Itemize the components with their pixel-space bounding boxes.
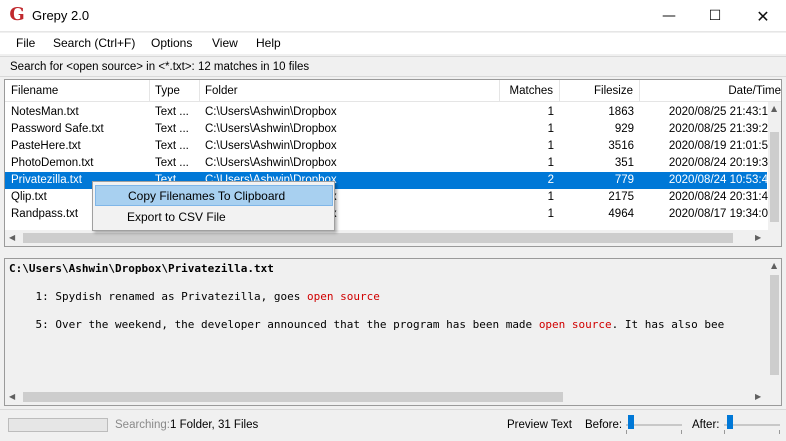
preview-vertical-scrollbar[interactable]: ▲ <box>768 259 781 389</box>
before-slider-ticks <box>626 430 682 434</box>
status-bar: Searching: 1 Folder, 31 Files Preview Te… <box>0 409 786 441</box>
menu-bar: File Search (Ctrl+F) Options View Help <box>0 33 786 54</box>
before-label: Before: <box>585 419 623 431</box>
cell-matches: 1 <box>547 208 554 220</box>
cell-filename: PasteHere.txt <box>11 140 81 152</box>
cell-type: Text ... <box>155 140 189 152</box>
cell-matches: 1 <box>547 157 554 169</box>
maximize-button[interactable]: ☐ <box>692 0 738 32</box>
preview-line-text: 5: Over the weekend, the developer annou… <box>9 318 539 331</box>
after-label: After: <box>692 419 720 431</box>
cell-datetime: 2020/08/25 21:39:2 <box>668 123 768 135</box>
preview-text-label: Preview Text <box>507 419 572 431</box>
before-slider-thumb[interactable] <box>628 415 634 429</box>
cell-type: Text ... <box>155 123 189 135</box>
table-row[interactable]: PhotoDemon.txt Text ... C:\Users\Ashwin\Dr… <box>5 155 768 172</box>
searching-label: Searching: <box>115 419 170 431</box>
cell-filesize: 4964 <box>608 208 634 220</box>
cell-filename: PhotoDemon.txt <box>11 157 94 169</box>
cell-datetime: 2020/08/24 20:19:3 <box>668 157 768 169</box>
cell-filesize: 3516 <box>608 140 634 152</box>
column-datetime[interactable]: Date/Time <box>640 80 781 102</box>
scroll-thumb[interactable] <box>770 275 779 375</box>
cell-filesize: 779 <box>614 174 634 186</box>
menu-view[interactable]: View <box>212 36 238 50</box>
column-filesize[interactable]: Filesize <box>560 80 640 102</box>
preview-match-highlight: open source <box>307 290 380 303</box>
preview-line: 1: Spydish renamed as Privatezilla, goes… <box>9 290 380 303</box>
cell-datetime: 2020/08/25 21:43:1 <box>668 106 768 118</box>
after-slider-thumb[interactable] <box>727 415 733 429</box>
cell-matches: 1 <box>547 106 554 118</box>
cell-datetime: 2020/08/24 20:31:4 <box>668 191 768 203</box>
menu-file[interactable]: File <box>16 36 35 50</box>
preview-line-text: 1: Spydish renamed as Privatezilla, goes <box>9 290 308 303</box>
cell-matches: 1 <box>547 123 554 135</box>
preview-pane: C:\Users\Ashwin\Dropbox\Privatezilla.txt… <box>4 258 782 406</box>
preview-file-path: C:\Users\Ashwin\Dropbox\Privatezilla.txt <box>9 262 274 275</box>
title-bar: G Grepy 2.0 — ☐ ✕ <box>0 0 786 32</box>
column-type[interactable]: Type <box>150 80 200 102</box>
cell-folder: C:\Users\Ashwin\Dropbox <box>205 157 337 169</box>
results-vertical-scrollbar[interactable]: ▲ <box>768 102 781 246</box>
context-menu: Copy Filenames To Clipboard Export to CS… <box>92 181 335 231</box>
scroll-up-icon[interactable]: ▲ <box>771 104 777 113</box>
cell-filesize: 1863 <box>608 106 634 118</box>
column-filename[interactable]: Filename <box>5 80 150 102</box>
window-title: Grepy 2.0 <box>32 8 90 23</box>
menu-search[interactable]: Search (Ctrl+F) <box>53 36 135 50</box>
search-summary: Search for <open source> in <*.txt>: 12 … <box>0 56 786 77</box>
preview-match-highlight: open source <box>538 318 612 331</box>
scroll-thumb[interactable] <box>23 392 563 402</box>
menu-help[interactable]: Help <box>256 36 281 50</box>
searching-count: 1 Folder, 31 Files <box>170 419 259 431</box>
cell-filename: NotesMan.txt <box>11 106 79 118</box>
cell-folder: C:\Users\Ashwin\Dropbox <box>205 123 337 135</box>
column-folder[interactable]: Folder <box>200 80 500 102</box>
preview-line-text: . It has also bee <box>611 318 725 331</box>
results-header: Filename Type Folder Matches Filesize Da… <box>5 80 781 102</box>
scroll-right-icon[interactable]: ▶ <box>755 233 761 242</box>
results-horizontal-scrollbar[interactable]: ◀ ▶ <box>5 230 768 246</box>
cell-matches: 1 <box>547 140 554 152</box>
copy-filenames-menu-item[interactable]: Copy Filenames To Clipboard <box>95 185 333 206</box>
scroll-left-icon[interactable]: ◀ <box>9 392 15 401</box>
cell-filesize: 2175 <box>608 191 634 203</box>
scroll-thumb[interactable] <box>770 132 779 222</box>
table-row[interactable]: Password Safe.txt Text ... C:\Users\Ashwin… <box>5 121 768 138</box>
cell-matches: 1 <box>547 191 554 203</box>
cell-type: Text ... <box>155 157 189 169</box>
scroll-right-icon[interactable]: ▶ <box>755 392 761 401</box>
minimize-button[interactable]: — <box>646 0 692 32</box>
close-button[interactable]: ✕ <box>740 0 786 32</box>
scroll-up-icon[interactable]: ▲ <box>771 261 777 270</box>
before-slider[interactable] <box>626 424 682 426</box>
preview-horizontal-scrollbar[interactable]: ◀ ▶ <box>5 389 768 405</box>
after-slider-ticks <box>724 430 780 434</box>
cell-folder: C:\Users\Ashwin\Dropbox <box>205 106 337 118</box>
cell-matches: 2 <box>547 174 554 186</box>
scroll-left-icon[interactable]: ◀ <box>9 233 15 242</box>
menu-options[interactable]: Options <box>151 36 192 50</box>
cell-datetime: 2020/08/19 21:01:5 <box>668 140 768 152</box>
export-csv-menu-item[interactable]: Export to CSV File <box>95 207 333 228</box>
app-logo-icon: G <box>9 4 25 25</box>
column-matches[interactable]: Matches <box>500 80 560 102</box>
cell-datetime: 2020/08/17 19:34:0 <box>668 208 768 220</box>
cell-folder: C:\Users\Ashwin\Dropbox <box>205 140 337 152</box>
cell-datetime: 2020/08/24 10:53:4 <box>668 174 768 186</box>
table-row[interactable]: PasteHere.txt Text ... C:\Users\Ashwin\Dro… <box>5 138 768 155</box>
cell-filesize: 929 <box>614 123 634 135</box>
scroll-thumb[interactable] <box>23 233 733 243</box>
cell-filesize: 351 <box>614 157 634 169</box>
search-progress-bar <box>8 418 108 432</box>
cell-type: Text ... <box>155 106 189 118</box>
table-row[interactable]: NotesMan.txt Text ... C:\Users\Ashwin\Drop… <box>5 104 768 121</box>
cell-filename: Password Safe.txt <box>11 123 104 135</box>
preview-line: 5: Over the weekend, the developer annou… <box>9 318 724 331</box>
